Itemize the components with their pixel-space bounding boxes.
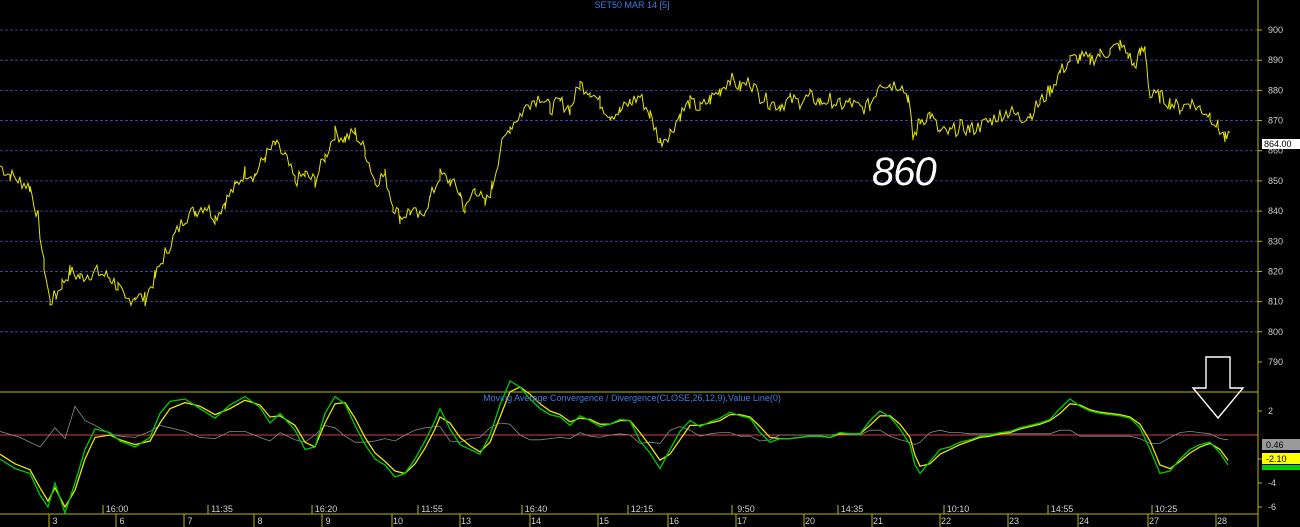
x-time-label: 16:20 <box>315 504 338 514</box>
y-tick-label: 850 <box>1268 176 1283 186</box>
price-series <box>0 39 1231 307</box>
y-axis-ticks: 790800810820830840850860870880890900-6-4… <box>1258 25 1283 512</box>
x-tick-label: 8 <box>257 516 262 526</box>
x-time-label: 16:00 <box>106 504 129 514</box>
y-tick-label: 900 <box>1268 25 1283 35</box>
y-tick-label: 890 <box>1268 55 1283 65</box>
x-time-label: 10:25 <box>1155 504 1178 514</box>
y-tick-label: 2 <box>1268 406 1273 416</box>
y-tick-label: -6 <box>1268 502 1276 512</box>
y-tick-label: 880 <box>1268 85 1283 95</box>
y-tick-label: 870 <box>1268 116 1283 126</box>
x-tick-label: 21 <box>873 516 883 526</box>
price-annotation: 860 <box>872 150 937 194</box>
x-time-label: 11:35 <box>211 504 233 514</box>
x-tick-label: 7 <box>187 516 192 526</box>
x-time-label: 9:50 <box>737 504 755 514</box>
last-price-text: 864.00 <box>1264 139 1292 149</box>
y-tick-label: -4 <box>1268 478 1276 488</box>
x-tick-label: 3 <box>52 516 57 526</box>
macd-last-value-labels: 0.46 -2.10 <box>1262 439 1300 470</box>
x-tick-label: 20 <box>805 516 815 526</box>
y-tick-label: 840 <box>1268 206 1283 216</box>
x-tick-label: 24 <box>1079 516 1089 526</box>
y-tick-label: 810 <box>1268 297 1283 307</box>
y-tick-label: 800 <box>1268 327 1283 337</box>
x-tick-label: 13 <box>461 516 471 526</box>
x-tick-label: 17 <box>737 516 747 526</box>
x-tick-label: 28 <box>1217 516 1227 526</box>
y-tick-label: 790 <box>1268 357 1283 367</box>
x-time-label: 12:15 <box>631 504 654 514</box>
x-time-label: 16:40 <box>525 504 548 514</box>
last-price-label: 864.00 <box>1262 139 1300 149</box>
x-tick-label: 22 <box>941 516 951 526</box>
macd-title: Moving Average Convergence / Divergence(… <box>483 393 781 403</box>
signal-line <box>0 386 1229 509</box>
histogram-last-value: 0.46 <box>1266 440 1284 450</box>
price-gridlines <box>0 29 1258 333</box>
x-axis: 3 6 7 8 9 10 13 14 15 16 17 20 21 22 23 24 27 28 16:00 11:3… <box>48 504 1227 527</box>
x-tick-label: 23 <box>1009 516 1019 526</box>
panel-frames <box>0 0 1259 527</box>
arrow-down-icon <box>1191 356 1245 420</box>
x-time-label: 14:35 <box>841 504 864 514</box>
x-time-label: 10:10 <box>947 504 970 514</box>
chart-canvas: 790800810820830840850860870880890900-6-4… <box>0 0 1300 527</box>
chart-title: SET50 MAR 14 [5] <box>594 0 669 10</box>
price-line <box>0 39 1231 307</box>
y-tick-label: 830 <box>1268 236 1283 246</box>
x-tick-label: 9 <box>325 516 330 526</box>
x-time-label: 14:55 <box>1051 504 1074 514</box>
histogram-line <box>0 405 1229 448</box>
x-tick-label: 14 <box>531 516 541 526</box>
x-tick-label: 15 <box>599 516 609 526</box>
x-tick-label: 27 <box>1149 516 1159 526</box>
x-tick-label: 6 <box>119 516 124 526</box>
signal-last-value: -2.10 <box>1266 454 1287 464</box>
x-tick-label: 16 <box>669 516 679 526</box>
x-tick-label: 10 <box>393 516 403 526</box>
x-time-label: 11:55 <box>421 504 443 514</box>
y-tick-label: 820 <box>1268 266 1283 276</box>
